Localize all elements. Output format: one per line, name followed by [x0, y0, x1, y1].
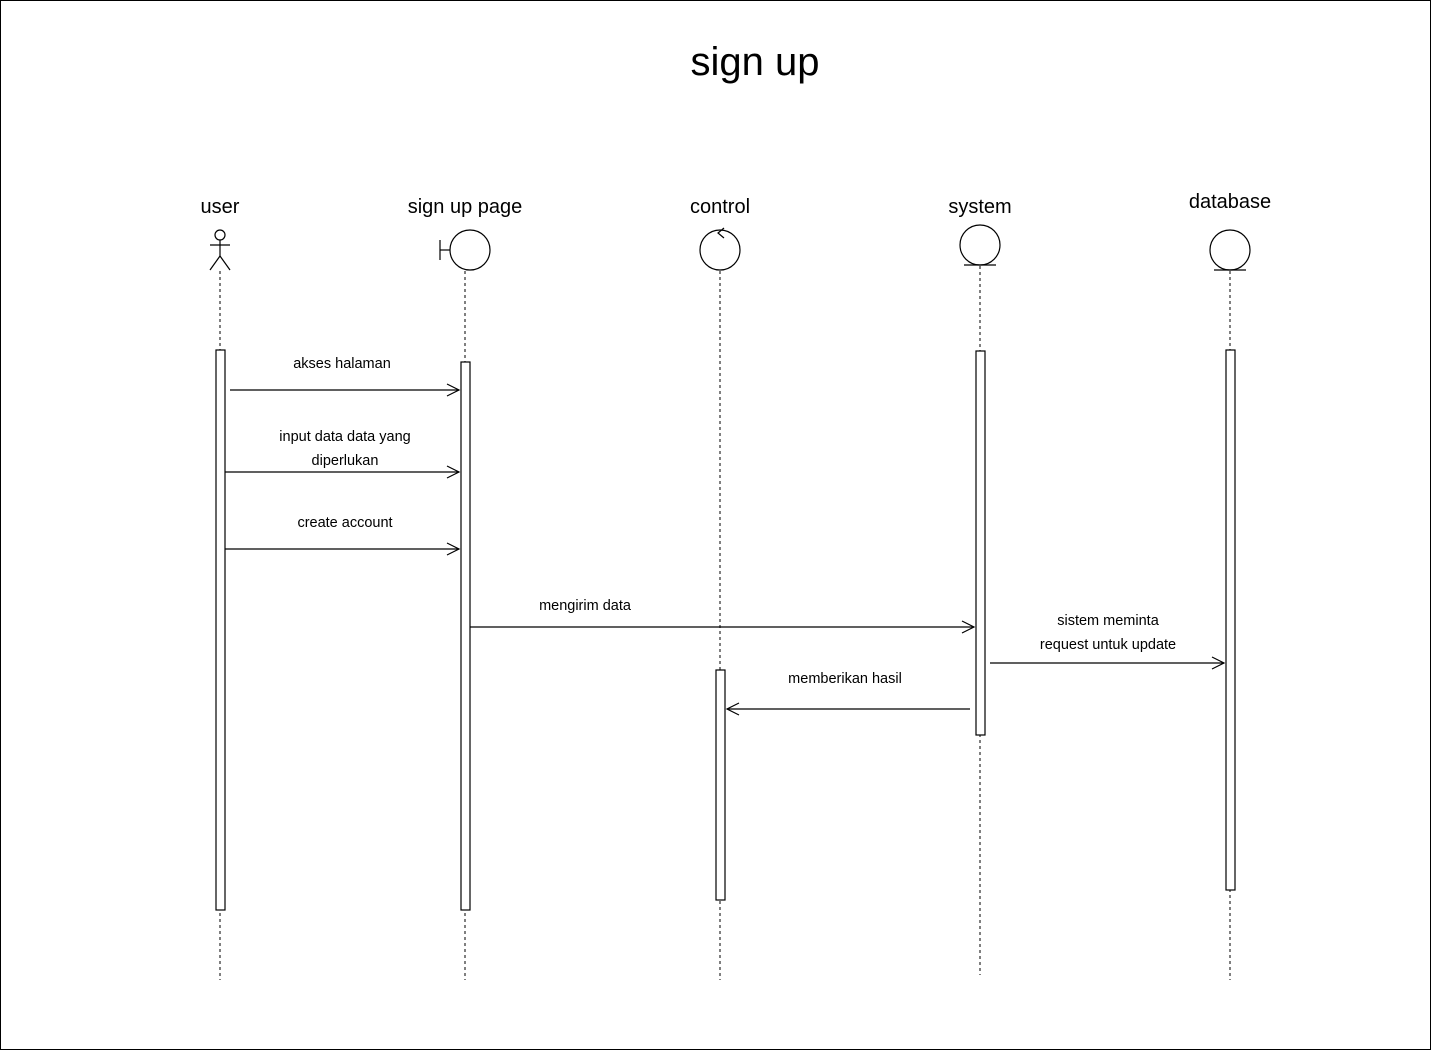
participant-system-label: system	[948, 196, 1011, 218]
diagram-title: sign up	[691, 40, 820, 84]
participant-signup-label: sign up page	[408, 196, 523, 218]
participant-control-label: control	[690, 196, 750, 218]
activation-system	[975, 350, 986, 736]
message-label: diperlukan	[312, 453, 379, 469]
sequence-diagram: sign up user sign up page control system…	[0, 0, 1431, 1050]
participant-database-label: database	[1189, 191, 1271, 213]
message-label: akses halaman	[293, 356, 391, 372]
activation-user	[215, 349, 226, 911]
message-label: request untuk update	[1040, 637, 1176, 653]
message-label: mengirim data	[539, 598, 632, 614]
activation-database	[1225, 349, 1236, 891]
message-label: sistem meminta	[1057, 613, 1159, 629]
message-label: memberikan hasil	[788, 671, 902, 687]
message-label: create account	[297, 515, 392, 531]
activation-signup	[460, 361, 471, 911]
message-label: input data data yang	[279, 429, 410, 445]
activation-control	[715, 669, 726, 901]
participant-user-label: user	[201, 196, 240, 218]
